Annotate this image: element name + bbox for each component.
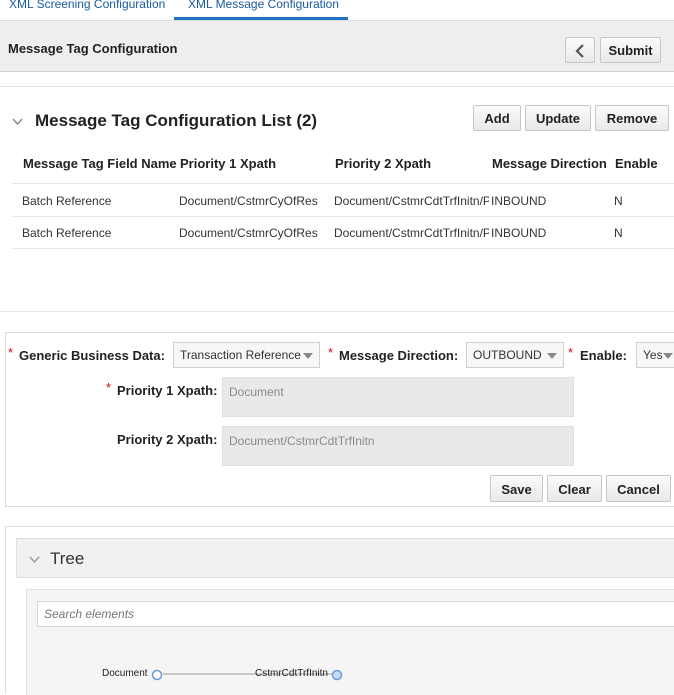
cell-priority-2-xpath: Document/CstmrCdtTrfInitn/P (334, 226, 489, 240)
column-header-priority-1-xpath[interactable]: Priority 1 Xpath (180, 156, 276, 171)
cancel-button[interactable]: Cancel (606, 475, 671, 502)
active-tab-indicator (174, 17, 348, 20)
tree-body: Document CstmrCdtTrfInitn (26, 589, 674, 695)
chevron-down-icon[interactable] (29, 556, 40, 564)
chevron-left-icon (575, 43, 584, 58)
message-direction-select[interactable]: OUTBOUND (466, 342, 564, 368)
back-button[interactable] (565, 37, 595, 63)
required-marker: * (106, 380, 112, 395)
required-marker: * (328, 345, 334, 360)
page-header: Message Tag Configuration Submit (0, 21, 674, 72)
cell-tag-field-name: Batch Reference (22, 226, 112, 240)
priority-1-xpath-label: Priority 1 Xpath: (117, 383, 218, 398)
required-marker: * (568, 345, 574, 360)
column-header-message-direction[interactable]: Message Direction (492, 156, 607, 171)
column-header-enable[interactable]: Enable (615, 156, 658, 171)
enable-label: Enable: (580, 348, 627, 363)
dropdown-caret-icon (303, 353, 313, 359)
table-row[interactable]: Batch Reference Document/CstmrCyOfRes Do… (12, 216, 674, 249)
submit-button[interactable]: Submit (600, 37, 661, 63)
column-header-tag-field-name[interactable]: Message Tag Field Name (23, 156, 177, 171)
tag-edit-form: * Generic Business Data: Transaction Ref… (5, 332, 674, 507)
tree-node-label-document: Document (102, 668, 148, 679)
chevron-down-icon[interactable] (12, 118, 23, 126)
required-marker: * (8, 345, 14, 360)
tree-node-document[interactable] (151, 669, 163, 681)
priority-1-xpath-field[interactable]: Document (222, 377, 574, 417)
tree-node-label-cstmrcdttrfinitn: CstmrCdtTrfInitn (255, 668, 328, 679)
page-title: Message Tag Configuration (8, 41, 178, 56)
tab-xml-screening-configuration[interactable]: XML Screening Configuration (9, 0, 165, 11)
enable-select[interactable]: Yes (636, 342, 674, 368)
tree-title: Tree (50, 549, 85, 568)
dropdown-caret-icon (663, 353, 673, 359)
generic-business-data-value: Transaction Reference (180, 348, 301, 362)
cell-enable: N (614, 226, 623, 240)
cell-message-direction: INBOUND (491, 194, 547, 208)
update-button[interactable]: Update (525, 105, 591, 131)
message-direction-label: Message Direction: (339, 348, 459, 363)
cell-priority-1-xpath: Document/CstmrCyOfRes (179, 194, 318, 208)
add-button[interactable]: Add (473, 105, 521, 131)
enable-value: Yes (643, 348, 663, 362)
priority-2-xpath-label: Priority 2 Xpath: (117, 432, 218, 447)
tree-panel: Tree Document CstmrCdtTrfInitn (5, 526, 674, 695)
clear-button[interactable]: Clear (547, 475, 602, 502)
dropdown-caret-icon (547, 353, 557, 359)
priority-2-xpath-field[interactable]: Document/CstmrCdtTrfInitn (222, 426, 574, 466)
table-row[interactable]: Batch Reference Document/CstmrCyOfRes Do… (12, 184, 674, 217)
tree-header[interactable]: Tree (16, 538, 674, 578)
save-button[interactable]: Save (490, 475, 543, 502)
cell-tag-field-name: Batch Reference (22, 194, 112, 208)
generic-business-data-label: Generic Business Data: (19, 348, 165, 363)
tab-xml-message-configuration[interactable]: XML Message Configuration (188, 0, 339, 11)
cell-priority-1-xpath: Document/CstmrCyOfRes (179, 226, 318, 240)
cell-enable: N (614, 194, 623, 208)
cell-message-direction: INBOUND (491, 226, 547, 240)
remove-button[interactable]: Remove (595, 105, 669, 131)
tab-bar: XML Screening Configuration XML Message … (0, 0, 674, 21)
search-elements-input[interactable] (37, 601, 674, 627)
tree-node-cstmrcdttrfinitn[interactable] (331, 669, 343, 681)
generic-business-data-select[interactable]: Transaction Reference (173, 342, 320, 368)
cell-priority-2-xpath: Document/CstmrCdtTrfInitn/P (334, 194, 489, 208)
message-direction-value: OUTBOUND (473, 348, 542, 362)
message-tag-list-panel: Message Tag Configuration List (2) Add U… (0, 86, 674, 312)
section-title: Message Tag Configuration List (2) (35, 111, 318, 130)
column-header-priority-2-xpath[interactable]: Priority 2 Xpath (335, 156, 431, 171)
